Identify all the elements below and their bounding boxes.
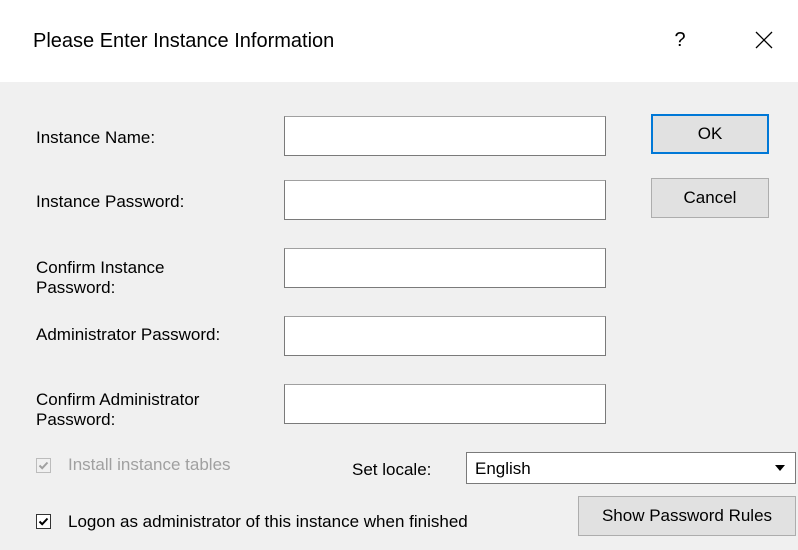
instance-name-input[interactable]	[284, 116, 606, 156]
ok-button[interactable]: OK	[651, 114, 769, 154]
help-icon: ?	[674, 28, 686, 51]
checkmark-icon	[38, 517, 49, 526]
confirm-instance-password-label-line1: Confirm Instance	[36, 258, 165, 277]
locale-value: English	[475, 459, 531, 478]
logon-checkbox[interactable]	[36, 514, 51, 529]
confirm-instance-password-input[interactable]	[284, 248, 606, 288]
confirm-admin-password-input[interactable]	[284, 384, 606, 424]
show-password-rules-button[interactable]: Show Password Rules	[578, 496, 796, 536]
title-bar: Please Enter Instance Information ?	[0, 0, 798, 82]
admin-password-label: Administrator Password:	[36, 325, 221, 344]
instance-password-input[interactable]	[284, 180, 606, 220]
install-tables-checkbox[interactable]	[36, 458, 51, 473]
close-button[interactable]	[744, 20, 784, 60]
dropdown-arrow-button[interactable]	[765, 453, 795, 483]
close-icon	[755, 31, 773, 49]
checkmark-icon	[38, 461, 49, 470]
confirm-instance-password-label-line2: Password:	[36, 278, 116, 297]
confirm-admin-password-label-line1: Confirm Administrator	[36, 390, 200, 409]
admin-password-input[interactable]	[284, 316, 606, 356]
confirm-admin-password-label-line2: Password:	[36, 410, 116, 429]
instance-name-label: Instance Name:	[36, 128, 156, 147]
help-button[interactable]: ?	[660, 20, 700, 60]
chevron-down-icon	[775, 465, 785, 471]
set-locale-label: Set locale:	[352, 460, 432, 479]
install-tables-label: Install instance tables	[68, 455, 231, 474]
cancel-button[interactable]: Cancel	[651, 178, 769, 218]
window-title: Please Enter Instance Information	[33, 30, 335, 52]
instance-password-label: Instance Password:	[36, 192, 185, 211]
locale-dropdown[interactable]: English	[466, 452, 796, 484]
logon-label: Logon as administrator of this instance …	[68, 512, 468, 531]
